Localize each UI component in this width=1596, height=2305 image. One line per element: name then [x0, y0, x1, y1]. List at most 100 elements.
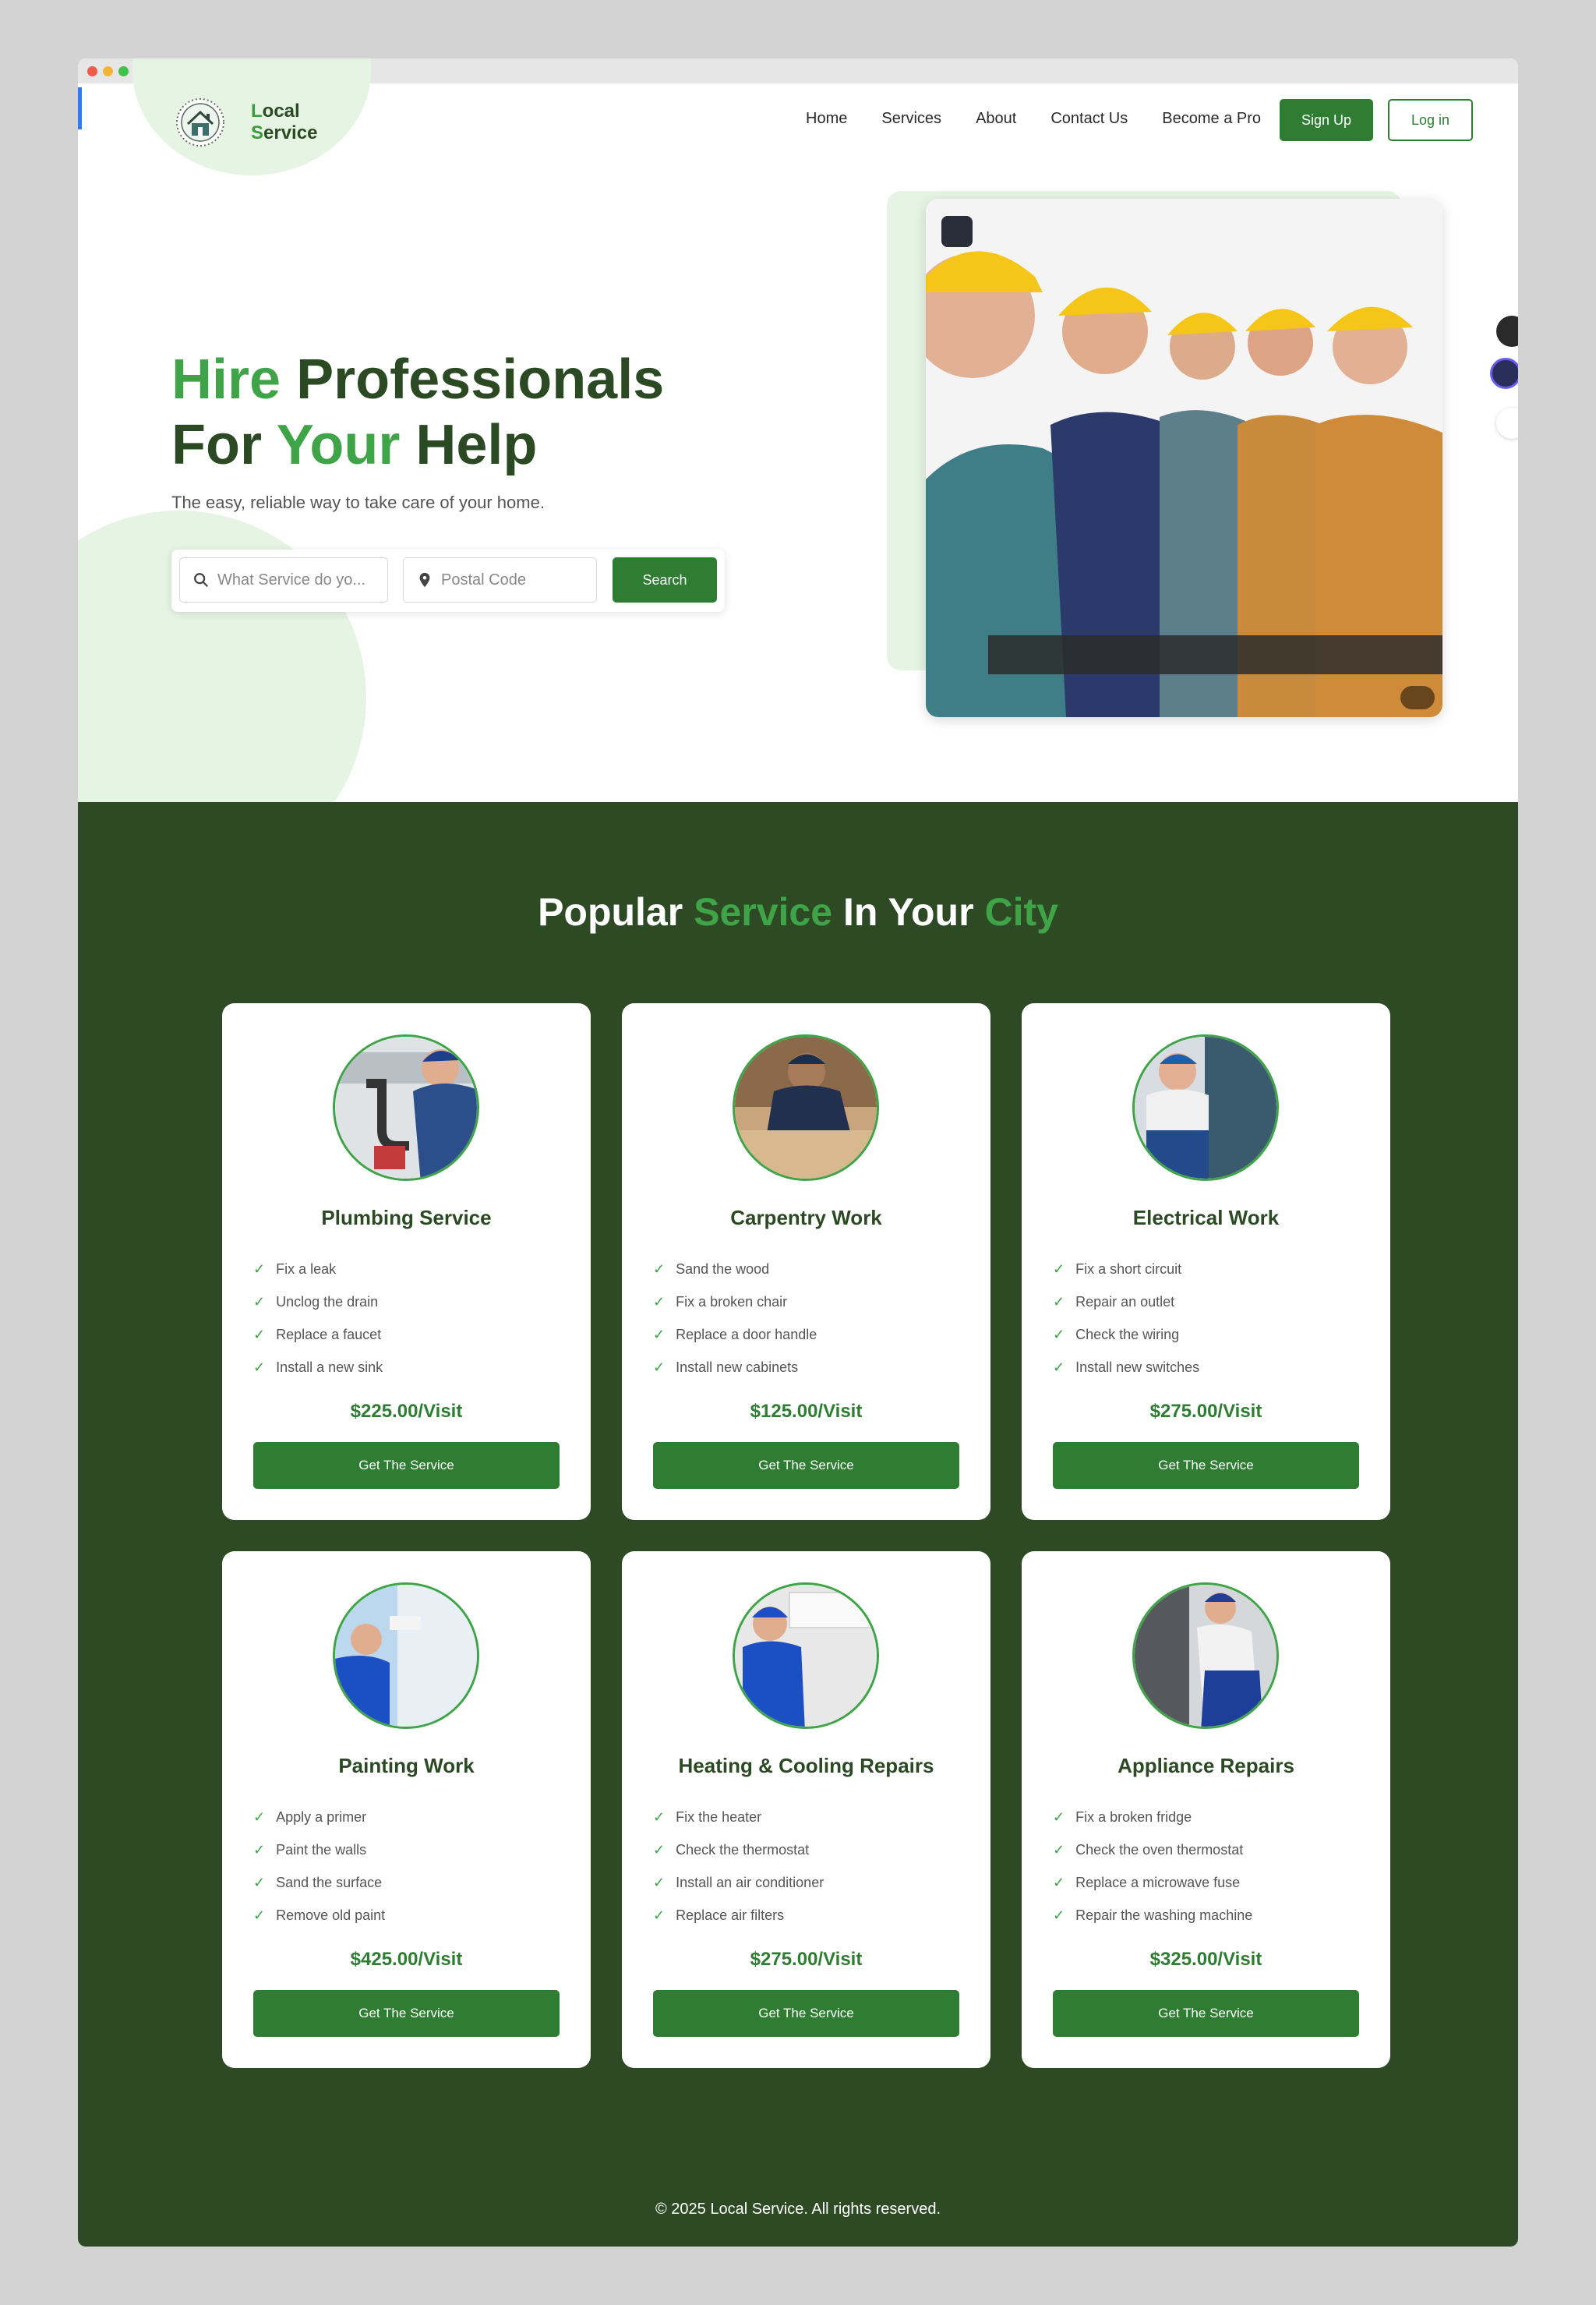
service-name: Carpentry Work — [730, 1206, 882, 1229]
copyright-text: © 2025 Local Service. All rights reserve… — [655, 2201, 941, 2218]
check-icon: ✓ — [253, 1842, 266, 1858]
service-price: $275.00/Visit — [1149, 1401, 1262, 1422]
service-name: Heating & Cooling Repairs — [678, 1754, 934, 1777]
check-icon: ✓ — [653, 1294, 666, 1310]
service-card-appliance: Appliance Repairs ✓ Fix a broken fridge ✓… — [1022, 1551, 1390, 2068]
service-price: $325.00/Visit — [1149, 1949, 1262, 1970]
service-tasks: ✓ Fix a short circuit ✓ Repair an outlet ✓… — [1053, 1253, 1199, 1384]
painter-photo — [333, 1582, 479, 1729]
task-item: ✓ Fix the heater — [653, 1809, 762, 1825]
get-service-button[interactable]: Get The Service — [1053, 1442, 1359, 1489]
side-widget-color-icon[interactable] — [1496, 408, 1518, 439]
check-icon: ✓ — [1053, 1842, 1065, 1858]
hero-subtitle: The easy, reliable way to take care of y… — [171, 493, 545, 512]
check-icon: ✓ — [653, 1907, 666, 1923]
browser-window: Local Service Home Services About Contac… — [78, 58, 1518, 2247]
task-item: ✓ Check the thermostat — [653, 1842, 810, 1858]
postal-code-input[interactable]: Postal Code — [403, 557, 597, 603]
service-search-bar: What Service do yo... Postal Code Search — [171, 550, 725, 612]
service-card-electrical: Electrical Work ✓ Fix a short circuit ✓ Re… — [1022, 1003, 1390, 1520]
task-item: ✓ Install new cabinets — [653, 1359, 799, 1375]
signup-button[interactable]: Sign Up — [1280, 99, 1373, 141]
service-search-input[interactable]: What Service do yo... — [179, 557, 388, 603]
service-price: $425.00/Visit — [350, 1949, 463, 1970]
task-item: ✓ Remove old paint — [253, 1907, 386, 1923]
service-card-painting: Painting Work ✓ Apply a primer ✓ Paint the… — [222, 1551, 591, 2068]
check-icon: ✓ — [1053, 1294, 1065, 1310]
brand-name[interactable]: Local Service — [251, 101, 317, 144]
side-widget-assistant-icon[interactable] — [1490, 358, 1518, 389]
get-service-button[interactable]: Get The Service — [253, 1990, 560, 2037]
check-icon: ✓ — [653, 1359, 666, 1375]
service-price: $275.00/Visit — [750, 1949, 863, 1970]
plumber-photo — [333, 1034, 479, 1181]
service-price: $125.00/Visit — [750, 1401, 863, 1422]
task-item: ✓ Repair the washing machine — [1053, 1907, 1253, 1923]
workers-illustration — [926, 199, 1442, 717]
hero-title: Hire Professionals For Your Help — [171, 348, 665, 476]
search-icon — [194, 573, 209, 588]
check-icon: ✓ — [253, 1907, 266, 1923]
nav-contact[interactable]: Contact Us — [1050, 110, 1128, 128]
postal-code-placeholder: Postal Code — [441, 571, 526, 589]
appliance-technician-photo — [1132, 1582, 1279, 1729]
task-item: ✓ Sand the wood — [653, 1261, 770, 1277]
task-item: ✓ Install new switches — [1053, 1359, 1200, 1375]
task-item: ✓ Fix a broken fridge — [1053, 1809, 1192, 1825]
service-card-carpentry: Carpentry Work ✓ Sand the wood ✓ Fix a bro… — [622, 1003, 990, 1520]
task-item: ✓ Apply a primer — [253, 1809, 367, 1825]
house-logo-icon[interactable] — [175, 97, 225, 147]
service-price: $225.00/Visit — [350, 1401, 463, 1422]
service-name: Painting Work — [338, 1754, 475, 1777]
task-item: ✓ Fix a short circuit — [1053, 1261, 1182, 1277]
check-icon: ✓ — [1053, 1359, 1065, 1375]
get-service-button[interactable]: Get The Service — [1053, 1990, 1359, 2037]
task-item: ✓ Repair an outlet — [1053, 1294, 1175, 1310]
get-service-button[interactable]: Get The Service — [253, 1442, 560, 1489]
service-name: Plumbing Service — [321, 1206, 492, 1229]
service-name: Appliance Repairs — [1118, 1754, 1294, 1777]
service-card-hvac: Heating & Cooling Repairs ✓ Fix the heate… — [622, 1551, 990, 2068]
nav-become-pro[interactable]: Become a Pro — [1162, 110, 1261, 128]
nav-home[interactable]: Home — [806, 110, 847, 128]
task-item: ✓ Replace a faucet — [253, 1327, 382, 1342]
service-tasks: ✓ Fix a broken fridge ✓ Check the oven the… — [1053, 1801, 1252, 1932]
hero-workers-image — [926, 199, 1442, 717]
task-item: ✓ Replace a door handle — [653, 1327, 817, 1342]
expand-image-icon[interactable] — [1400, 686, 1435, 709]
maximize-window-icon[interactable] — [118, 66, 129, 76]
search-button[interactable]: Search — [613, 557, 717, 603]
focus-indicator — [78, 87, 82, 129]
login-button[interactable]: Log in — [1388, 99, 1473, 141]
page-footer: © 2025 Local Service. All rights reserve… — [78, 2169, 1518, 2247]
close-window-icon[interactable] — [87, 66, 97, 76]
carpenter-photo — [733, 1034, 879, 1181]
check-icon: ✓ — [1053, 1875, 1065, 1890]
service-tasks: ✓ Sand the wood ✓ Fix a broken chair ✓ Repl… — [653, 1253, 817, 1384]
electrician-photo — [1132, 1034, 1279, 1181]
check-icon: ✓ — [1053, 1809, 1065, 1825]
service-name: Electrical Work — [1132, 1206, 1280, 1229]
service-card-plumbing: Plumbing Service ✓ Fix a leak ✓ Unclog the… — [222, 1003, 591, 1520]
task-item: ✓ Paint the walls — [253, 1842, 367, 1858]
nav-services[interactable]: Services — [881, 110, 941, 128]
get-service-button[interactable]: Get The Service — [653, 1990, 959, 2037]
service-tasks: ✓ Fix the heater ✓ Check the thermostat ✓ I… — [653, 1801, 824, 1932]
check-icon: ✓ — [1053, 1327, 1065, 1342]
check-icon: ✓ — [253, 1261, 266, 1277]
check-icon: ✓ — [653, 1809, 666, 1825]
task-item: ✓ Fix a broken chair — [653, 1294, 788, 1310]
get-service-button[interactable]: Get The Service — [653, 1442, 959, 1489]
task-item: ✓ Unclog the drain — [253, 1294, 379, 1310]
nav-about[interactable]: About — [976, 110, 1016, 128]
task-item: ✓ Check the wiring — [1053, 1327, 1180, 1342]
side-widget-grid-icon[interactable] — [1496, 316, 1518, 347]
popular-services-section: Popular Service In Your City Plumbing Se… — [78, 802, 1518, 2225]
service-tasks: ✓ Apply a primer ✓ Paint the walls ✓ Sand t… — [253, 1801, 385, 1932]
check-icon: ✓ — [253, 1294, 266, 1310]
location-pin-icon — [419, 572, 430, 588]
check-icon: ✓ — [653, 1261, 666, 1277]
task-item: ✓ Fix a leak — [253, 1261, 337, 1277]
image-badge-icon[interactable] — [941, 216, 973, 247]
minimize-window-icon[interactable] — [103, 66, 113, 76]
